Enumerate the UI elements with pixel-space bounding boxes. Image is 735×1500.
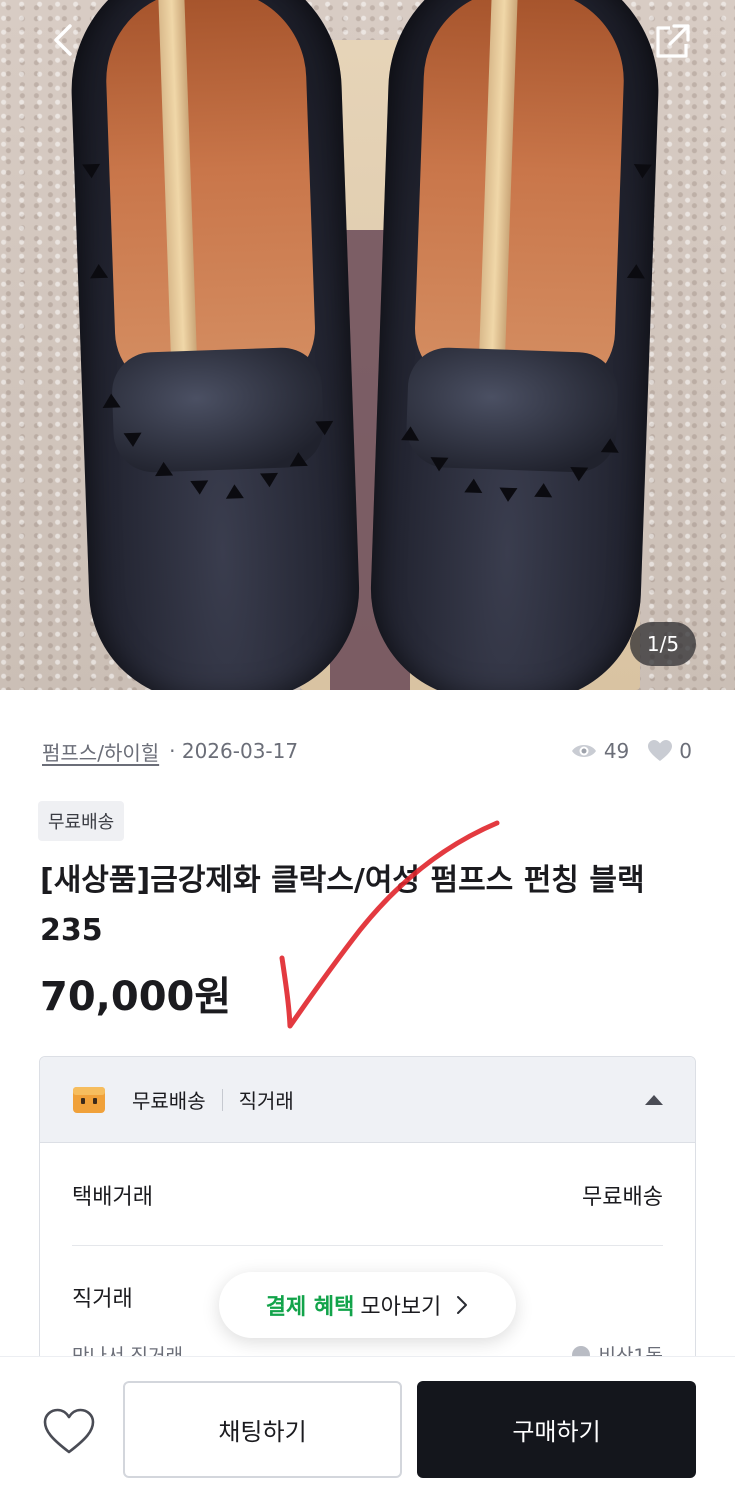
promo-highlight: 결제 혜택 xyxy=(265,1295,355,1320)
summary-direct: 직거래 xyxy=(238,1089,294,1113)
delivery-summary[interactable]: 무료배송 직거래 xyxy=(40,1057,695,1143)
chevron-right-icon xyxy=(457,1296,468,1314)
share-button[interactable] xyxy=(652,20,694,62)
divider xyxy=(72,1245,663,1246)
image-counter: 1/5 xyxy=(630,622,696,666)
view-count: 49 xyxy=(603,739,630,763)
row-label: 택배거래 xyxy=(72,1185,153,1210)
product-photo[interactable]: 1/5 xyxy=(0,0,735,690)
chat-button[interactable]: 채팅하기 xyxy=(123,1381,402,1478)
package-icon xyxy=(73,1086,105,1113)
product-price: 70,000원 xyxy=(40,974,232,1020)
eye-icon xyxy=(571,745,596,757)
chevron-left-icon xyxy=(54,24,72,56)
right-shoe xyxy=(367,0,663,690)
like-button[interactable] xyxy=(42,1407,96,1457)
stats: 49 0 xyxy=(570,739,692,763)
chevron-up-icon[interactable] xyxy=(645,1094,663,1105)
share-icon xyxy=(656,24,690,58)
summary-shipping: 무료배송 xyxy=(132,1089,206,1113)
heart-filled-icon xyxy=(648,740,673,761)
row-value: 무료배송 xyxy=(582,1185,663,1210)
product-title: [새상품]금강제화 클락스/여성 펌프스 펀칭 블랙 235 xyxy=(40,863,645,948)
left-shoe xyxy=(67,0,363,690)
bottom-action-bar: 채팅하기 구매하기 xyxy=(0,1356,735,1500)
buy-button[interactable]: 구매하기 xyxy=(417,1381,696,1478)
free-shipping-badge: 무료배송 xyxy=(38,801,125,841)
post-date: · 2026-03-17 xyxy=(169,739,299,763)
row-label: 직거래 xyxy=(72,1287,133,1312)
divider xyxy=(221,1088,223,1111)
promo-text: 모아보기 xyxy=(360,1295,442,1320)
meta-row: 펌프스/하이힐 · 2026-03-17 49 0 xyxy=(42,734,692,768)
like-count: 0 xyxy=(679,739,692,763)
delivery-row: 택배거래 무료배송 xyxy=(72,1179,663,1211)
back-button[interactable] xyxy=(44,20,84,60)
payment-benefits-button[interactable]: 결제 혜택 모아보기 xyxy=(219,1272,516,1338)
category-link[interactable]: 펌프스/하이힐 xyxy=(42,737,159,766)
heart-icon xyxy=(43,1408,95,1454)
